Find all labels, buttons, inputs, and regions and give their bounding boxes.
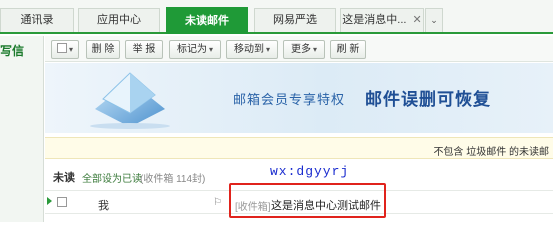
banner-envelope-icon <box>90 72 170 129</box>
more-label: 更多 <box>290 44 311 55</box>
tab-label: 未读邮件 <box>185 15 229 27</box>
delete-button[interactable]: 删 除 <box>86 40 120 59</box>
mark-as-dropdown[interactable]: 标记为 ▾ <box>169 40 221 59</box>
highlight-box <box>229 183 386 218</box>
tab-contacts[interactable]: 通讯录 <box>0 8 74 32</box>
chevron-down-icon: ▾ <box>68 45 73 54</box>
tab-yanxuan[interactable]: 网易严选 <box>254 8 336 32</box>
chevron-down-icon: ▾ <box>208 45 213 54</box>
tab-label: 通讯录 <box>20 14 54 26</box>
chevron-down-icon: ▾ <box>312 45 317 54</box>
report-button[interactable]: 举 报 <box>125 40 163 59</box>
tab-list-chevron-down-icon[interactable]: ⌄ <box>425 8 443 32</box>
write-mail-button[interactable]: 写信 <box>0 42 24 59</box>
left-pane: 写信 <box>0 36 44 222</box>
unread-arrow-icon <box>47 197 52 205</box>
tab-label: 网易严选 <box>273 14 317 26</box>
banner-subtitle: 邮箱会员专享特权 <box>233 92 346 107</box>
select-all-dropdown[interactable]: ▾ <box>51 40 79 59</box>
tab-label: 应用中心 <box>97 14 141 26</box>
row-checkbox[interactable] <box>57 197 67 207</box>
tab-app-center[interactable]: 应用中心 <box>78 8 160 32</box>
list-title: 未读 <box>53 172 75 184</box>
message-count: (收件箱 114封) <box>140 174 206 185</box>
tab-unread-mail[interactable]: 未读邮件 <box>166 7 248 34</box>
mark-all-read-link[interactable]: 全部设为已读 <box>82 170 142 185</box>
promo-banner[interactable]: 邮箱会员专享特权 邮件误删可恢复 <box>45 63 553 133</box>
notice-text: 不包含 垃圾邮件 的未读邮 <box>433 147 549 158</box>
tab-message-center[interactable]: 这是消息中... ✕ <box>340 8 424 32</box>
chevron-down-icon: ▾ <box>265 45 270 54</box>
banner-title: 邮件误删可恢复 <box>365 90 491 109</box>
move-to-label: 移动到 <box>233 44 264 55</box>
watermark-text: wx:dgyyrj <box>270 164 350 179</box>
more-dropdown[interactable]: 更多 ▾ <box>283 40 325 59</box>
tab-label: 这是消息中... <box>342 14 407 26</box>
mail-toolbar: ▾ 删 除 举 报 标记为 ▾ 移动到 ▾ 更多 ▾ 刷 新 <box>45 36 553 62</box>
close-icon[interactable]: ✕ <box>412 9 421 31</box>
refresh-button[interactable]: 刷 新 <box>330 40 366 59</box>
move-to-dropdown[interactable]: 移动到 ▾ <box>226 40 278 59</box>
filter-notice: 不包含 垃圾邮件 的未读邮 <box>45 137 553 159</box>
select-all-checkbox[interactable] <box>56 43 67 53</box>
mark-as-label: 标记为 <box>176 44 207 55</box>
flag-icon[interactable]: ⚐ <box>213 197 222 208</box>
tab-bar: 通讯录 应用中心 未读邮件 网易严选 这是消息中... ✕ ⌄ <box>0 0 553 34</box>
sender: 我 <box>98 200 109 212</box>
